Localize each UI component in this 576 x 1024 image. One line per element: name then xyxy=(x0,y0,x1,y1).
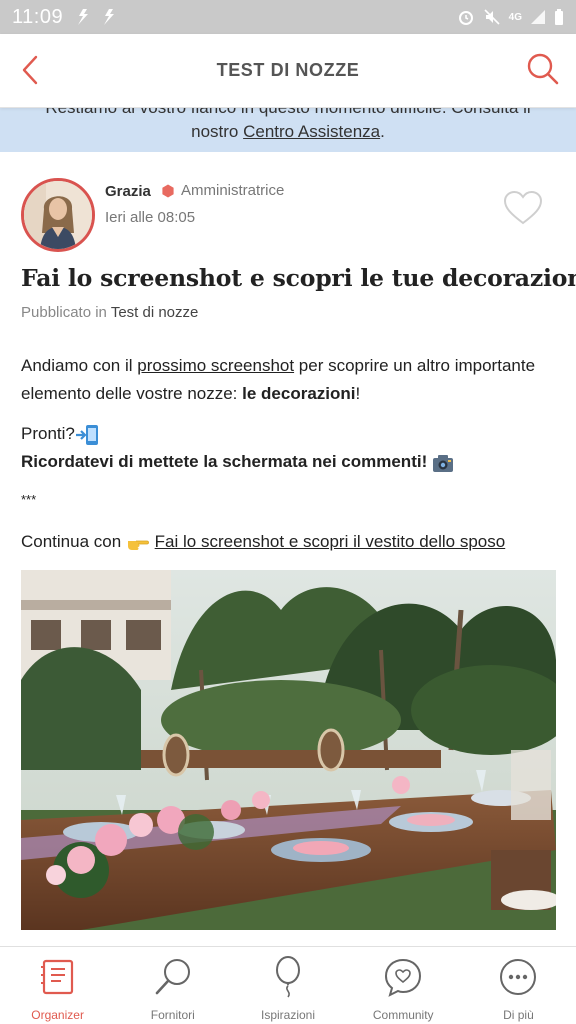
notification-app-icon xyxy=(104,9,115,25)
author-role: Amministratrice xyxy=(181,182,285,199)
battery-icon xyxy=(555,9,563,25)
nav-fornitori[interactable]: Fornitori xyxy=(115,947,230,1024)
author-row: Grazia Amministratrice Ieri alle 08:05 xyxy=(21,178,551,252)
notice-prefix: nostro xyxy=(191,122,244,141)
wedding-table-image xyxy=(21,570,556,930)
paragraph-text: Andiamo con il xyxy=(21,356,138,375)
notice-text: Restiamo al vostro fianco in questo mome… xyxy=(0,108,576,119)
ready-text: Pronti? xyxy=(21,424,75,443)
post-title: Fai lo screenshot e scopri le tue decora… xyxy=(21,264,576,292)
alarm-icon xyxy=(458,11,473,25)
network-label: 4G xyxy=(508,11,522,23)
like-button[interactable] xyxy=(503,190,545,228)
post-meta: Pubblicato in Test di nozze xyxy=(21,304,198,321)
nav-more[interactable]: Di più xyxy=(461,947,576,1024)
post-category-link[interactable]: Test di nozze xyxy=(111,304,199,321)
paragraph-bold: le decorazioni xyxy=(242,384,356,403)
notification-app-icon xyxy=(78,9,89,25)
status-time: 11:09 xyxy=(12,5,64,28)
more-icon xyxy=(500,959,537,995)
continue-row: Continua con Fai lo screenshot e scopri … xyxy=(21,528,561,556)
search-button[interactable] xyxy=(524,50,562,88)
next-screenshot-link[interactable]: prossimo screenshot xyxy=(137,356,294,375)
nav-community[interactable]: Community xyxy=(346,947,461,1024)
mute-icon xyxy=(484,9,500,25)
next-post-link[interactable]: Fai lo screenshot e scopri il vestito de… xyxy=(155,532,506,551)
nav-label: Fornitori xyxy=(150,1008,195,1022)
balloon-icon xyxy=(276,956,300,998)
reminder-text: Ricordatevi di mettete la schermata nei … xyxy=(21,452,428,471)
chevron-left-icon xyxy=(22,55,38,85)
nav-organizer[interactable]: Organizer xyxy=(0,947,115,1024)
avatar[interactable] xyxy=(21,178,95,252)
role-badge: Amministratrice xyxy=(161,182,284,199)
hexagon-icon xyxy=(162,184,174,197)
notice-suffix: . xyxy=(380,122,385,141)
heart-icon xyxy=(503,190,543,225)
app-header: TEST DI NOZZE xyxy=(0,34,576,108)
pointing-hand-icon xyxy=(127,540,149,550)
nav-ispirazioni[interactable]: Ispirazioni xyxy=(230,947,345,1024)
status-bar: 11:09 4G xyxy=(0,0,576,34)
camera-icon xyxy=(432,454,453,472)
post-image[interactable] xyxy=(21,570,556,930)
signal-icon xyxy=(531,10,545,24)
help-center-link[interactable]: Centro Assistenza xyxy=(243,122,380,141)
nav-label: Organizer xyxy=(31,1008,84,1022)
organizer-icon xyxy=(40,959,73,995)
bottom-nav: Organizer Fornitori Ispirazioni Communit… xyxy=(0,946,576,1024)
notice-text-line2: nostro Centro Assistenza. xyxy=(0,120,576,143)
notice-banner: Restiamo al vostro fianco in questo mome… xyxy=(0,108,576,152)
nav-label: Di più xyxy=(503,1008,534,1022)
nav-label: Ispirazioni xyxy=(260,1008,316,1022)
continue-prefix: Continua con xyxy=(21,532,122,551)
nav-label: Community xyxy=(372,1008,434,1022)
post-paragraph-1: Andiamo con il prossimo screenshot per s… xyxy=(21,352,561,408)
post-meta-prefix: Pubblicato in xyxy=(21,304,107,321)
search-icon xyxy=(527,53,559,85)
magnifier-icon xyxy=(155,959,190,995)
separator: *** xyxy=(21,492,37,507)
page-title: TEST DI NOZZE xyxy=(216,60,360,80)
notification-icons xyxy=(75,8,117,26)
post-paragraph-2: Pronti? Ricordatevi di mettete la scherm… xyxy=(21,420,561,476)
avatar-image xyxy=(24,181,92,249)
phone-arrow-icon xyxy=(75,424,98,445)
paragraph-text: ! xyxy=(355,384,361,403)
back-button[interactable] xyxy=(12,52,48,88)
author-name[interactable]: Grazia xyxy=(105,183,151,200)
chat-heart-icon xyxy=(385,958,422,997)
post-time: Ieri alle 08:05 xyxy=(105,209,196,226)
